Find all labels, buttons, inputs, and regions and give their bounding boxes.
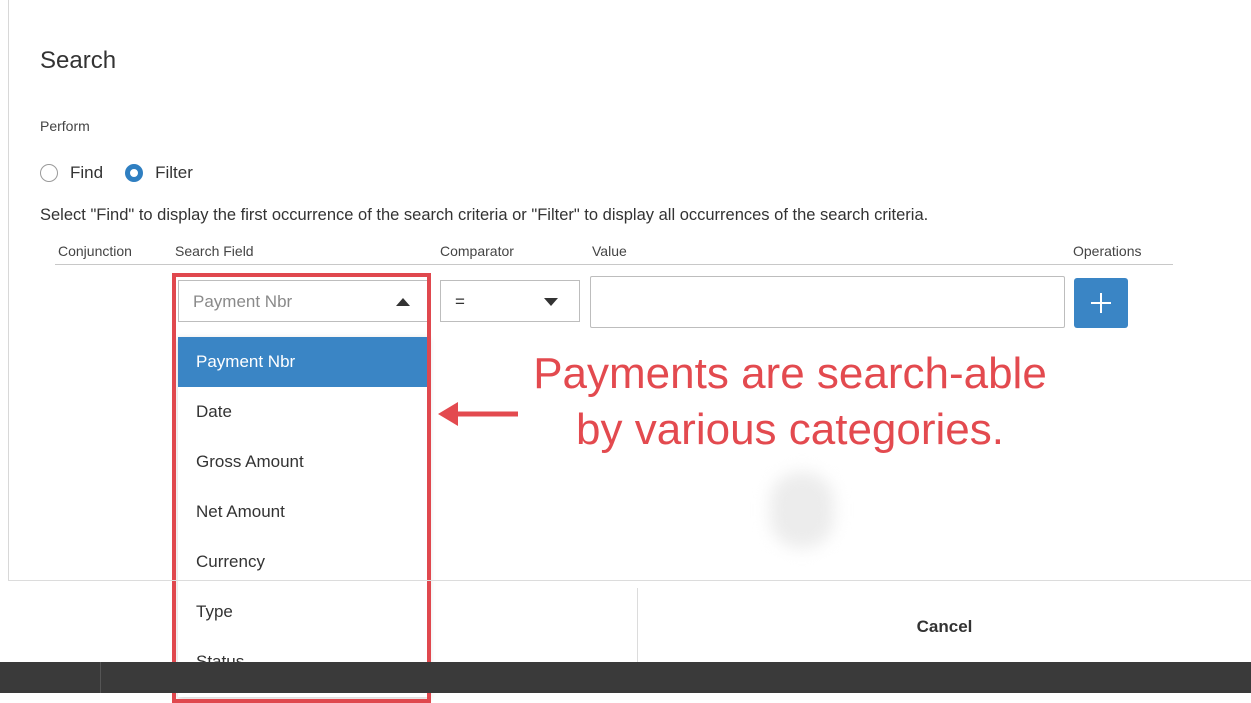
filter-radio-label[interactable]: Filter bbox=[155, 163, 193, 183]
dialog-title: Search bbox=[40, 47, 117, 74]
perform-radio-group: Find Filter bbox=[40, 160, 215, 186]
footer-divider bbox=[8, 580, 1251, 581]
bottom-taskbar bbox=[0, 662, 1251, 693]
header-divider bbox=[55, 264, 1173, 265]
add-row-button[interactable] bbox=[1074, 278, 1128, 328]
taskbar-separator bbox=[100, 662, 101, 693]
column-header-value: Value bbox=[592, 243, 627, 259]
comparator-selected-value: = bbox=[455, 292, 465, 311]
column-header-comparator: Comparator bbox=[440, 243, 514, 259]
background-smudge bbox=[770, 472, 834, 548]
column-header-conjunction: Conjunction bbox=[58, 243, 132, 259]
perform-hint-text: Select "Find" to display the first occur… bbox=[40, 206, 929, 224]
comparator-select[interactable]: = bbox=[440, 280, 580, 322]
dialog-left-border bbox=[8, 0, 9, 580]
caret-down-icon bbox=[544, 298, 558, 306]
annotation-highlight-box bbox=[172, 273, 431, 703]
cancel-button[interactable]: Cancel bbox=[638, 592, 1251, 662]
annotation-line-1: Payments are search-able bbox=[533, 349, 1047, 398]
column-header-search-field: Search Field bbox=[175, 243, 254, 259]
annotation-arrow-icon bbox=[438, 402, 518, 426]
annotation-line-2: by various categories. bbox=[576, 405, 1004, 454]
value-input[interactable] bbox=[590, 276, 1065, 328]
find-radio-label[interactable]: Find bbox=[70, 163, 103, 183]
annotation-text: Payments are search-able by various cate… bbox=[480, 346, 1100, 458]
find-radio[interactable] bbox=[40, 164, 58, 182]
column-header-operations: Operations bbox=[1073, 243, 1142, 259]
perform-label: Perform bbox=[40, 118, 90, 134]
filter-radio[interactable] bbox=[125, 164, 144, 182]
